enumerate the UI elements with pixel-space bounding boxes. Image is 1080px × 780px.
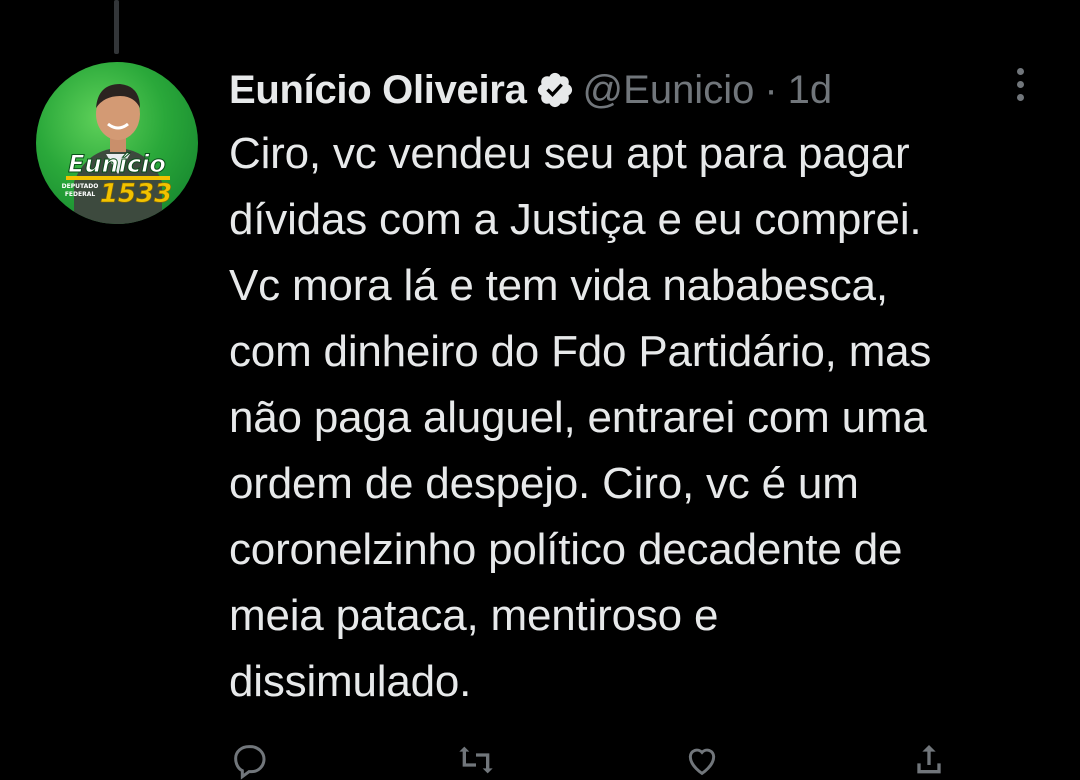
more-options-icon[interactable] [1006, 62, 1034, 106]
tweet-timestamp[interactable]: 1d [788, 68, 833, 113]
avatar-caption-line2: FEDERAL [65, 191, 96, 198]
avatar-image: Eunício DEPUTADO FEDERAL 1533 [62, 84, 172, 224]
verified-badge-icon [537, 72, 572, 108]
share-icon[interactable] [909, 740, 949, 780]
tweet-text: Ciro, vc vendeu seu apt para pagar dívid… [229, 129, 932, 706]
avatar[interactable]: Eunício DEPUTADO FEDERAL 1533 [36, 62, 198, 224]
separator-dot: · [764, 67, 778, 112]
avatar-number: 1533 [100, 179, 172, 209]
more-dot [1016, 67, 1024, 75]
reply-icon[interactable] [229, 740, 269, 780]
tweet-header: Eunício Oliveira @Eunicio · 1d [229, 62, 832, 118]
thread-connector-line [114, 0, 119, 54]
like-icon[interactable] [682, 740, 722, 780]
more-dot [1016, 80, 1024, 88]
retweet-icon[interactable] [456, 740, 496, 780]
avatar-caption-line1: DEPUTADO [62, 183, 99, 190]
more-dot [1016, 93, 1024, 101]
author-name[interactable]: Eunício Oliveira [229, 68, 527, 113]
avatar-name-text: Eunício [68, 150, 166, 178]
tweet-actions [229, 740, 949, 780]
author-handle[interactable]: @Eunicio [583, 68, 755, 113]
